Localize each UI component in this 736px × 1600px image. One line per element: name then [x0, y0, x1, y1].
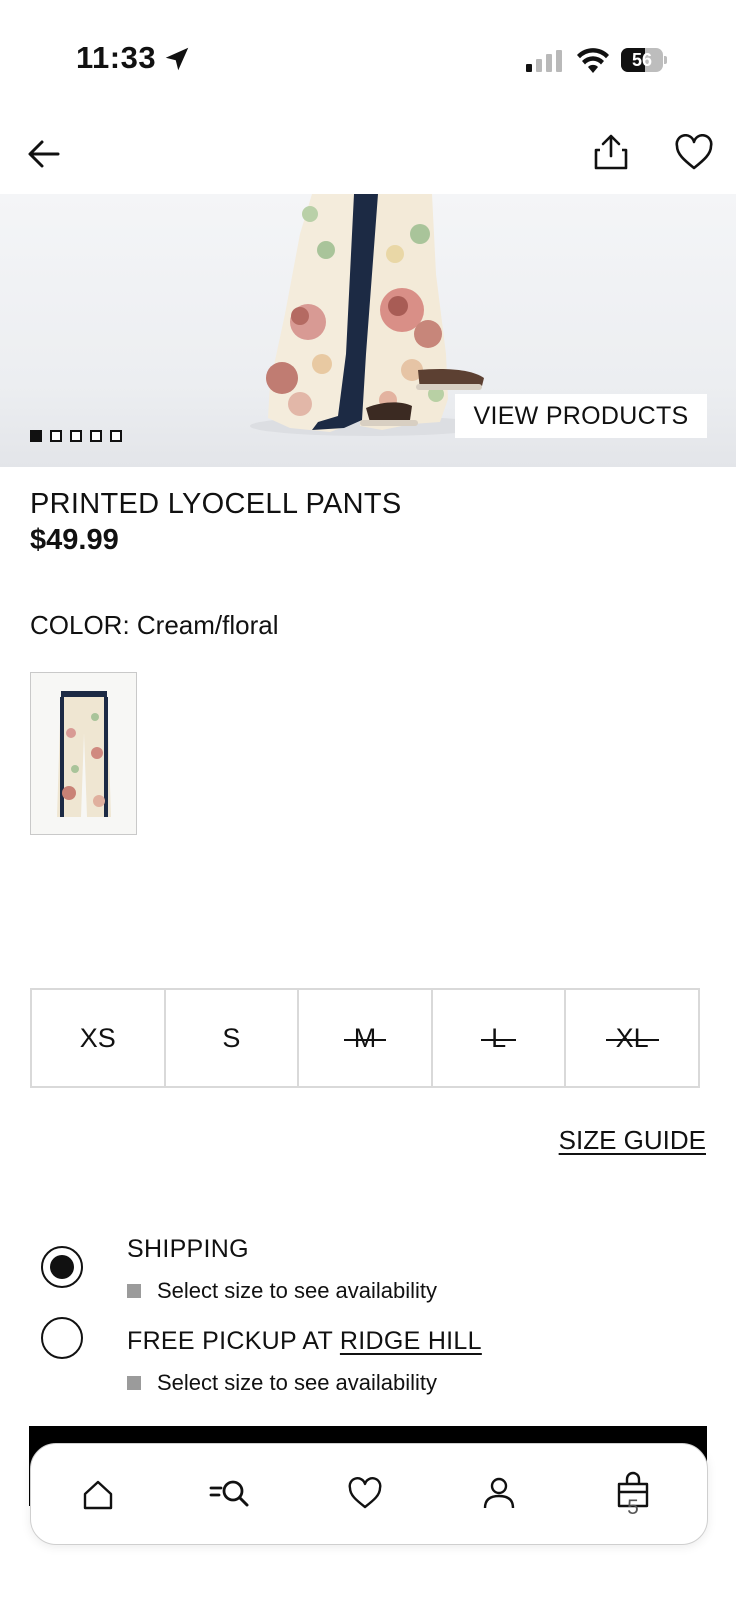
signal-bar: [526, 64, 532, 72]
size-option-label: M: [343, 1022, 386, 1053]
home-icon[interactable]: [68, 1464, 128, 1524]
image-carousel-indicator: [30, 430, 122, 442]
shopping-bag-button[interactable]: 5: [603, 1464, 663, 1524]
share-button[interactable]: [592, 132, 630, 172]
swatch-thumbnail: [57, 691, 111, 817]
location-arrow-icon: [165, 47, 189, 71]
signal-bar: [536, 59, 542, 72]
size-option-xl[interactable]: XL: [564, 988, 700, 1088]
product-price: $49.99: [30, 524, 119, 556]
back-button[interactable]: [24, 134, 64, 174]
size-option-label: XS: [79, 1022, 116, 1053]
cellular-signal-icon: [526, 50, 562, 72]
pickup-availability-text: Select size to see availability: [157, 1370, 438, 1395]
pickup-availability: Select size to see availability: [127, 1370, 437, 1396]
shipping-availability-text: Select size to see availability: [157, 1278, 438, 1303]
pickup-option-label[interactable]: FREE PICKUP AT RIDGE HILL: [127, 1327, 482, 1356]
size-option-label: XL: [605, 1022, 659, 1053]
size-option-m[interactable]: M: [297, 988, 433, 1088]
signal-bar: [546, 54, 552, 72]
shipping-availability: Select size to see availability: [127, 1278, 437, 1304]
wishlist-heart-button[interactable]: [674, 134, 714, 172]
wifi-icon: [577, 48, 609, 73]
heart-icon[interactable]: [335, 1464, 395, 1524]
shipping-radio[interactable]: [41, 1246, 83, 1288]
signal-bar: [556, 50, 562, 72]
size-option-label: L: [481, 1022, 517, 1053]
color-label: COLOR: Cream/floral: [30, 610, 279, 640]
bag-count: 5: [627, 1496, 639, 1519]
shipping-option-label[interactable]: SHIPPING: [127, 1235, 249, 1264]
carousel-dot[interactable]: [50, 430, 62, 442]
size-option-s[interactable]: S: [163, 988, 300, 1088]
size-guide-link[interactable]: SIZE GUIDE: [559, 1125, 706, 1156]
view-products-button[interactable]: VIEW PRODUCTS: [455, 394, 707, 438]
carousel-dot[interactable]: [110, 430, 122, 442]
search-icon[interactable]: [201, 1464, 261, 1524]
battery-indicator: 56: [621, 48, 667, 72]
size-option-label: S: [222, 1022, 241, 1053]
carousel-dot[interactable]: [30, 430, 42, 442]
pickup-store-link[interactable]: RIDGE HILL: [340, 1327, 482, 1355]
size-selector: XS S M L XL: [30, 988, 700, 1088]
pickup-radio[interactable]: [41, 1317, 83, 1359]
product-title: PRINTED LYOCELL PANTS: [30, 488, 402, 520]
color-swatch-cream-floral[interactable]: [30, 672, 137, 835]
carousel-dot[interactable]: [90, 430, 102, 442]
battery-body: 56: [621, 48, 663, 72]
size-option-l[interactable]: L: [430, 988, 567, 1088]
battery-tip: [664, 56, 667, 64]
pickup-label-prefix: FREE PICKUP AT: [127, 1327, 340, 1355]
availability-indicator: [127, 1284, 141, 1298]
status-time: 11:33: [76, 40, 157, 75]
carousel-dot[interactable]: [70, 430, 82, 442]
battery-percent: 56: [631, 50, 653, 70]
bottom-navigation: 5: [30, 1443, 708, 1545]
size-option-xs[interactable]: XS: [30, 988, 166, 1088]
availability-indicator: [127, 1376, 141, 1390]
account-icon[interactable]: [469, 1464, 529, 1524]
